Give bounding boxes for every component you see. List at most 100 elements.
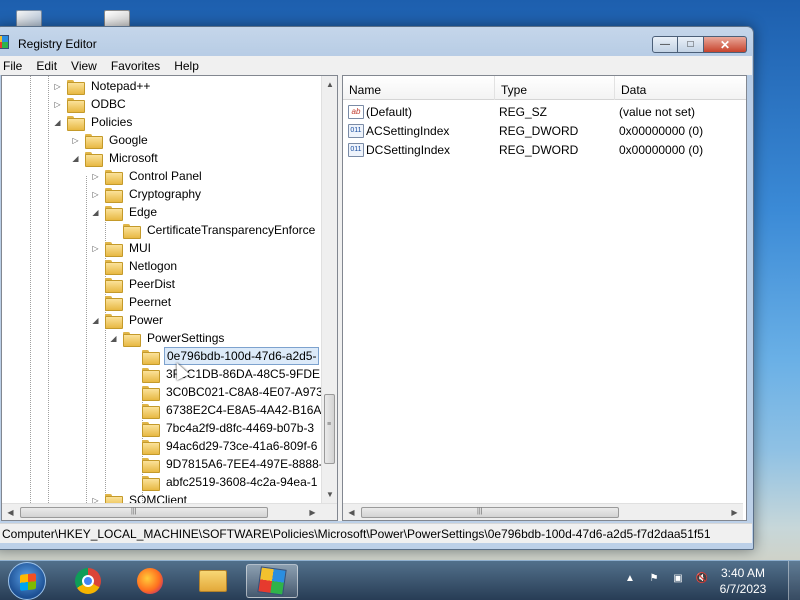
tree-item-label: abfc2519-3608-4c2a-94ea-1 bbox=[166, 475, 318, 489]
scroll-up-arrow[interactable]: ▲ bbox=[322, 76, 337, 93]
column-header-name[interactable]: Name bbox=[343, 76, 495, 100]
value-row[interactable]: ab (Default) REG_SZ (value not set) bbox=[343, 102, 695, 121]
grip-icon: ≡ bbox=[327, 421, 332, 428]
tree-item[interactable]: ▷ SQMClient bbox=[90, 491, 189, 503]
close-button[interactable]: ✕ bbox=[704, 36, 747, 53]
list-header: Name Type Data bbox=[343, 76, 746, 100]
collapse-arrow-icon[interactable]: ◢ bbox=[70, 153, 81, 164]
values-list-pane[interactable]: Name Type Data ab (Default) REG_SZ (value n… bbox=[342, 75, 747, 521]
tree-item[interactable]: ▷ Cryptography bbox=[90, 185, 203, 203]
expand-arrow-icon[interactable]: ▷ bbox=[90, 495, 101, 504]
regedit-app-icon[interactable] bbox=[0, 35, 9, 49]
value-data: 0x00000000 (0) bbox=[619, 142, 704, 157]
grip-icon: ||| bbox=[131, 508, 137, 515]
collapse-arrow-icon[interactable]: ◢ bbox=[90, 207, 101, 218]
value-name: DCSettingIndex bbox=[366, 142, 451, 157]
expand-arrow-icon bbox=[127, 441, 138, 452]
taskbar: ▲ ⚑ ▣ 🔇 3:40 AM 6/7/2023 bbox=[0, 560, 800, 600]
tree-item[interactable]: ◢ Policies bbox=[52, 113, 134, 131]
tree-item[interactable]: ◢ Microsoft bbox=[70, 149, 160, 167]
scroll-right-arrow[interactable]: ▶ bbox=[304, 504, 321, 520]
tree-item[interactable]: 94ac6d29-73ce-41a6-809f-6 bbox=[127, 437, 319, 455]
value-row[interactable]: 011 DCSettingIndex REG_DWORD 0x00000000 (0) bbox=[343, 140, 703, 159]
tree-guide-line bbox=[30, 76, 31, 503]
tree-item[interactable]: ◢ Edge bbox=[90, 203, 159, 221]
scroll-down-arrow[interactable]: ▼ bbox=[322, 486, 337, 503]
tree-item[interactable]: ◢ Power bbox=[90, 311, 165, 329]
show-hidden-icons[interactable]: ▲ bbox=[622, 573, 638, 589]
tree-item[interactable]: ▷ Control Panel bbox=[90, 167, 204, 185]
scroll-thumb[interactable]: ||| bbox=[361, 507, 619, 518]
tree-item-label: Netlogon bbox=[129, 259, 178, 273]
scroll-thumb[interactable]: ||| bbox=[20, 507, 268, 518]
tree-item[interactable]: Peernet bbox=[90, 293, 173, 311]
menu-view[interactable]: View bbox=[64, 59, 104, 73]
scroll-left-arrow[interactable]: ◀ bbox=[343, 504, 360, 520]
menu-help[interactable]: Help bbox=[167, 59, 206, 73]
client-area: ▷ Notepad++ ▷ ODBC ◢ Policies ▷ Google ◢ Microsof… bbox=[1, 75, 747, 521]
registry-tree-pane[interactable]: ▷ Notepad++ ▷ ODBC ◢ Policies ▷ Google ◢ Microsof… bbox=[1, 75, 338, 521]
menu-file[interactable]: File bbox=[0, 59, 29, 73]
scroll-right-arrow[interactable]: ▶ bbox=[726, 504, 743, 520]
collapse-arrow-icon[interactable]: ◢ bbox=[108, 333, 119, 344]
folder-icon bbox=[67, 97, 85, 113]
tree-item[interactable]: 9D7815A6-7EE4-497E-8888-5 bbox=[127, 455, 322, 473]
start-button[interactable] bbox=[8, 562, 46, 600]
tree-item[interactable]: 3C0BC021-C8A8-4E07-A973 bbox=[127, 383, 322, 401]
tree-item[interactable]: PeerDist bbox=[90, 275, 177, 293]
column-header-type[interactable]: Type bbox=[495, 76, 615, 100]
tree-item[interactable]: 6738E2C4-E8A5-4A42-B16A- bbox=[127, 401, 322, 419]
expand-arrow-icon[interactable]: ▷ bbox=[52, 99, 63, 110]
expand-arrow-icon bbox=[127, 405, 138, 416]
column-header-data[interactable]: Data bbox=[615, 76, 743, 100]
taskbar-regedit[interactable] bbox=[246, 564, 298, 598]
expand-arrow-icon[interactable]: ▷ bbox=[52, 81, 63, 92]
taskbar-explorer[interactable] bbox=[187, 564, 239, 598]
scroll-thumb[interactable]: ≡ bbox=[324, 394, 335, 464]
expand-arrow-icon[interactable]: ▷ bbox=[90, 171, 101, 182]
value-row[interactable]: 011 ACSettingIndex REG_DWORD 0x00000000 (0) bbox=[343, 121, 703, 140]
taskbar-firefox[interactable] bbox=[124, 564, 176, 598]
expand-arrow-icon[interactable]: ▷ bbox=[90, 189, 101, 200]
tree-item[interactable]: ▷ Google bbox=[70, 131, 150, 149]
tree-item[interactable]: Netlogon bbox=[90, 257, 179, 275]
value-name: (Default) bbox=[366, 104, 413, 119]
menu-edit[interactable]: Edit bbox=[29, 59, 64, 73]
taskbar-chrome[interactable] bbox=[62, 564, 114, 598]
tree-item[interactable]: CertificateTransparencyEnforce bbox=[108, 221, 317, 239]
maximize-button[interactable]: □ bbox=[678, 36, 704, 53]
registry-tree[interactable]: ▷ Notepad++ ▷ ODBC ◢ Policies ▷ Google ◢ Microsof… bbox=[2, 76, 322, 503]
tree-item-label: 6738E2C4-E8A5-4A42-B16A- bbox=[166, 403, 322, 417]
collapse-arrow-icon[interactable]: ◢ bbox=[52, 117, 63, 128]
folder-icon bbox=[142, 349, 160, 365]
list-horizontal-scrollbar[interactable]: ◀ ||| ▶ bbox=[343, 503, 743, 520]
tree-horizontal-scrollbar[interactable]: ◀ ||| ▶ bbox=[2, 503, 337, 520]
expand-arrow-icon[interactable]: ▷ bbox=[70, 135, 81, 146]
tree-vertical-scrollbar[interactable]: ▲ ≡ ▼ bbox=[321, 76, 337, 503]
tree-item[interactable]: abfc2519-3608-4c2a-94ea-1 bbox=[127, 473, 319, 491]
expand-arrow-icon[interactable]: ▷ bbox=[90, 243, 101, 254]
clock[interactable]: 3:40 AM 6/7/2023 bbox=[708, 565, 778, 597]
tree-item[interactable]: 7bc4a2f9-d8fc-4469-b07b-3 bbox=[127, 419, 316, 437]
title-bar[interactable]: Registry Editor — □ ✕ bbox=[0, 27, 753, 57]
clock-time: 3:40 AM bbox=[720, 566, 766, 580]
tree-item[interactable]: 0e796bdb-100d-47d6-a2d5- bbox=[127, 347, 320, 365]
value-type: REG_DWORD bbox=[499, 123, 579, 138]
menu-favorites[interactable]: Favorites bbox=[104, 59, 167, 73]
folder-icon bbox=[105, 241, 123, 257]
network-icon[interactable]: ▣ bbox=[670, 573, 686, 589]
scroll-left-arrow[interactable]: ◀ bbox=[2, 504, 19, 520]
tree-item[interactable]: ▷ ODBC bbox=[52, 95, 128, 113]
tree-item[interactable]: 3F6C1DB-86DA-48C5-9FDE bbox=[127, 365, 322, 383]
tree-item-label: Notepad++ bbox=[91, 79, 151, 93]
folder-icon bbox=[123, 223, 141, 239]
tree-item[interactable]: ▷ Notepad++ bbox=[52, 77, 152, 95]
action-center-icon[interactable]: ⚑ bbox=[646, 573, 662, 589]
collapse-arrow-icon[interactable]: ◢ bbox=[90, 315, 101, 326]
minimize-button[interactable]: — bbox=[652, 36, 678, 53]
tree-item[interactable]: ◢ PowerSettings bbox=[108, 329, 226, 347]
show-desktop-button[interactable] bbox=[788, 561, 800, 600]
tree-item-label: Power bbox=[129, 313, 164, 327]
tree-item[interactable]: ▷ MUI bbox=[90, 239, 153, 257]
folder-icon bbox=[142, 385, 160, 401]
